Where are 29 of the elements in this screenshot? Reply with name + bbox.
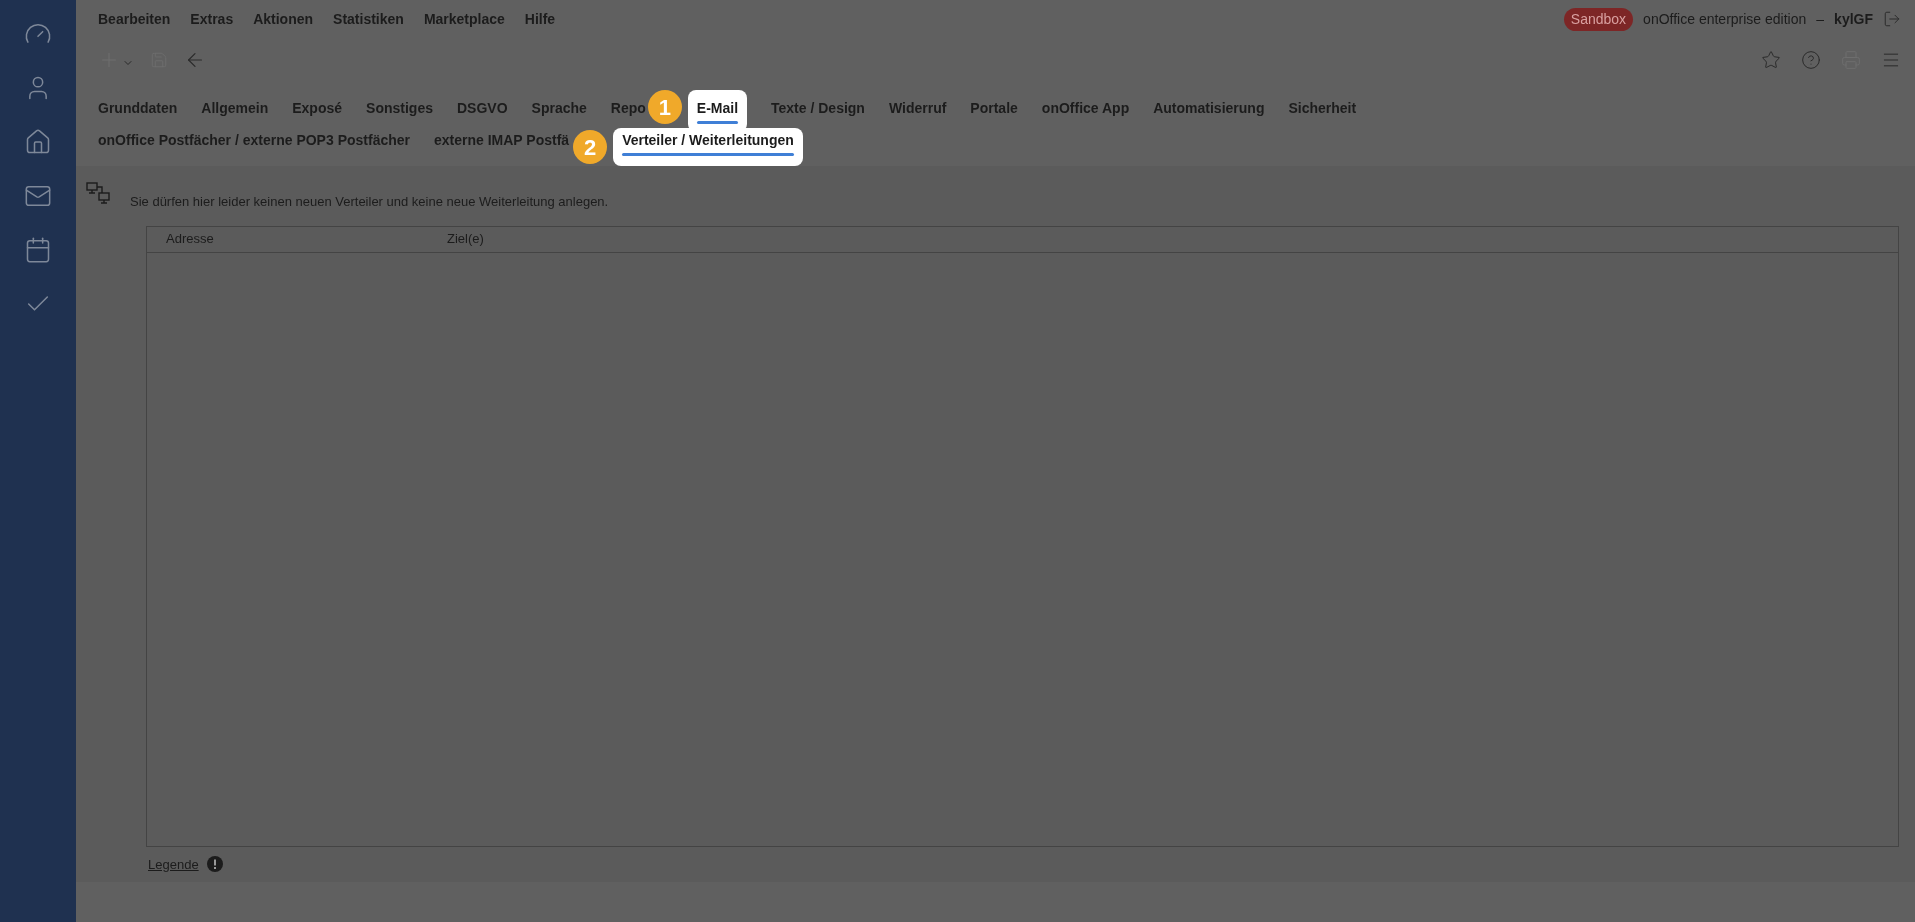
tab[interactable]: Verteiler / Weiterleitungen [613,128,803,166]
star-icon[interactable] [1761,50,1781,70]
menu-item[interactable]: Aktionen [253,8,314,30]
logout-icon[interactable] [1883,10,1901,28]
column-header[interactable]: Adresse [147,229,447,249]
menu-item[interactable]: Marketplace [423,8,505,30]
step-badge: 1 [647,90,682,124]
legend-link[interactable]: Legende [148,854,199,874]
help-icon[interactable] [1801,50,1821,70]
home-icon[interactable] [24,128,52,156]
menu-item[interactable]: Extras [190,8,234,30]
tab[interactable]: Sicherheit [1288,90,1357,132]
separator-text: – [1816,9,1825,29]
menu-item[interactable]: Hilfe [524,8,556,30]
sandbox-badge: Sandbox [1563,7,1634,31]
calendar-icon[interactable] [24,236,52,264]
user-name: kylGF [1834,9,1873,29]
tab[interactable]: Automatisierung [1153,90,1265,132]
tab[interactable]: onOffice App [1041,90,1130,132]
tab[interactable]: Portale [970,90,1018,132]
notice-text: Sie dürfen hier leider keinen neuen Verteiler und keine neue Weiterleitung anlegen. [130,193,609,211]
menu-item[interactable]: Statistiken [333,8,404,30]
column-header[interactable]: Ziel(e) [447,229,484,249]
network-icon [86,182,112,206]
alert-icon [206,856,223,873]
tab[interactable]: Widerruf [888,90,947,132]
menu-item[interactable]: Bearbeiten [98,8,171,30]
edition-label: onOffice enterprise edition [1643,9,1807,29]
step-badge: 2 [573,130,608,164]
